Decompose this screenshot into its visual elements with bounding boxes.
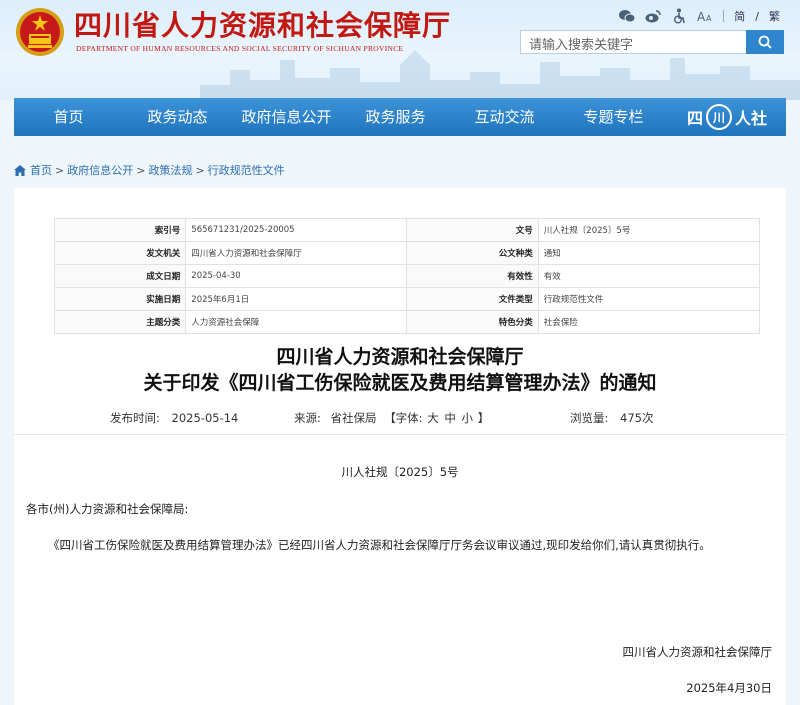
meta-value-doc-type: 通知	[537, 241, 761, 265]
meta-value-topic: 人力资源社会保障	[185, 310, 408, 334]
source-label: 来源:	[294, 411, 321, 425]
nav-gov-info-disclosure[interactable]: 政府信息公开	[232, 98, 341, 136]
meta-value-effective-date: 2025年6月1日	[185, 287, 408, 311]
breadcrumb-policies[interactable]: 政策法规	[148, 162, 192, 178]
wechat-icon[interactable]	[619, 8, 636, 24]
main-nav: 首页 政务动态 政府信息公开 政务服务 互动交流 专题专栏 四 川 人社	[14, 98, 786, 136]
salutation: 各市(州)人力资源和社会保障局:	[26, 502, 189, 516]
svg-text:A: A	[706, 14, 712, 23]
meta-value-written-date: 2025-04-30	[185, 264, 408, 288]
font-size-bracket-close: 】	[477, 411, 490, 425]
search-button[interactable]	[746, 30, 784, 54]
traditional-chinese-link[interactable]: 繁	[769, 8, 780, 24]
search-input[interactable]: 请输入搜索关键字	[520, 30, 746, 54]
lang-divider: /	[755, 9, 759, 23]
meta-key-doc-number: 文号	[406, 218, 539, 242]
toolbar-divider	[723, 10, 725, 22]
article-title-line-1: 四川省人力资源和社会保障厅	[276, 346, 524, 368]
sichuan-hrss-logo-link[interactable]: 四 川 人社	[668, 104, 786, 130]
nav-gov-services[interactable]: 政务服务	[341, 98, 450, 136]
meta-key-index: 索引号	[53, 218, 187, 242]
meta-key-written-date: 成文日期	[53, 264, 187, 288]
nav-interaction[interactable]: 互动交流	[450, 98, 559, 136]
content-divider	[14, 434, 786, 435]
meta-key-feature-category: 特色分类	[406, 310, 539, 334]
publish-info: 发布时间: 2025-05-14	[110, 410, 238, 426]
publish-time-label: 发布时间:	[110, 411, 160, 425]
site-header: 四川省人力资源和社会保障厅 DEPARTMENT OF HUMAN RESOUR…	[0, 0, 800, 100]
svg-text:A: A	[697, 10, 706, 23]
font-size-medium-link[interactable]: 中	[444, 411, 456, 425]
document-number: 川人社规〔2025〕5号	[341, 465, 459, 479]
meta-key-file-type: 文件类型	[406, 287, 539, 311]
signature: 四川省人力资源和社会保障厅	[622, 645, 773, 659]
weibo-icon[interactable]	[645, 8, 662, 24]
font-size-small-link[interactable]: 小	[462, 411, 474, 425]
views-value: 475次	[620, 411, 654, 425]
views-info: 浏览量: 475次	[570, 410, 653, 426]
search-icon	[758, 35, 772, 49]
publish-time-value: 2025-05-14	[171, 411, 239, 425]
views-label: 浏览量:	[570, 411, 609, 425]
breadcrumb-separator: >	[55, 163, 65, 177]
breadcrumb-gov-info[interactable]: 政府信息公开	[67, 162, 133, 178]
meta-key-validity: 有效性	[406, 264, 539, 288]
article-title-line-2: 关于印发《四川省工伤保险就医及费用结算管理办法》的通知	[143, 372, 657, 394]
top-toolbar: AA 简 / 繁	[619, 8, 780, 24]
nav-logo-text-si: 四	[686, 109, 703, 128]
nav-news[interactable]: 政务动态	[123, 98, 232, 136]
metadata-row: 主题分类 人力资源社会保障 特色分类 社会保险	[53, 310, 761, 334]
metadata-row: 成文日期 2025-04-30 有效性 有效	[53, 264, 761, 288]
body-paragraph: 《四川省工伤保险就医及费用结算管理办法》已经四川省人力资源和社会保障厅厅务会议审…	[48, 538, 711, 552]
breadcrumb-home[interactable]: 首页	[30, 162, 52, 178]
meta-key-doc-type: 公文种类	[406, 241, 539, 265]
national-emblem-logo	[16, 8, 64, 56]
meta-value-doc-number: 川人社规〔2025〕5号	[537, 218, 761, 242]
meta-value-issuer: 四川省人力资源和社会保障厅	[185, 241, 408, 265]
meta-value-validity: 有效	[537, 264, 761, 288]
metadata-row: 发文机关 四川省人力资源和社会保障厅 公文种类 通知	[53, 241, 761, 265]
article-panel: 索引号 565671231/2025-20005 文号 川人社规〔2025〕5号…	[14, 188, 786, 705]
meta-key-topic: 主题分类	[53, 310, 187, 334]
nav-special-topics[interactable]: 专题专栏	[559, 98, 668, 136]
nav-logo-text-chuan: 川	[706, 104, 732, 130]
site-subtitle: DEPARTMENT OF HUMAN RESOURCES AND SOCIAL…	[76, 44, 404, 53]
accessibility-icon[interactable]	[671, 8, 687, 24]
breadcrumb-separator: >	[195, 163, 205, 177]
breadcrumb-normative-docs[interactable]: 行政规范性文件	[208, 162, 285, 178]
meta-value-index: 565671231/2025-20005	[185, 218, 408, 242]
meta-value-feature-category: 社会保险	[537, 310, 761, 334]
meta-value-file-type: 行政规范性文件	[537, 287, 761, 311]
metadata-row: 实施日期 2025年6月1日 文件类型 行政规范性文件	[53, 287, 761, 311]
font-size-icon[interactable]: AA	[697, 8, 713, 24]
meta-key-issuer: 发文机关	[53, 241, 187, 265]
source-value: 省社保局	[330, 411, 377, 425]
breadcrumb: 首页 > 政府信息公开 > 政策法规 > 行政规范性文件	[14, 162, 285, 178]
meta-key-effective-date: 实施日期	[53, 287, 187, 311]
site-title[interactable]: 四川省人力资源和社会保障厅	[74, 4, 451, 44]
font-size-large-link[interactable]: 大	[427, 411, 439, 425]
signature-date: 2025年4月30日	[686, 681, 772, 695]
home-icon	[14, 164, 26, 176]
font-size-label: 【字体:	[384, 411, 423, 425]
nav-home[interactable]: 首页	[14, 98, 123, 136]
metadata-row: 索引号 565671231/2025-20005 文号 川人社规〔2025〕5号	[53, 218, 761, 242]
simplified-chinese-link[interactable]: 简	[734, 8, 745, 24]
breadcrumb-separator: >	[136, 163, 146, 177]
nav-logo-text-renshe: 人社	[735, 109, 768, 128]
document-metadata-table: 索引号 565671231/2025-20005 文号 川人社规〔2025〕5号…	[53, 218, 761, 334]
source-info: 来源: 省社保局 【字体: 大 中 小 】	[294, 410, 489, 426]
